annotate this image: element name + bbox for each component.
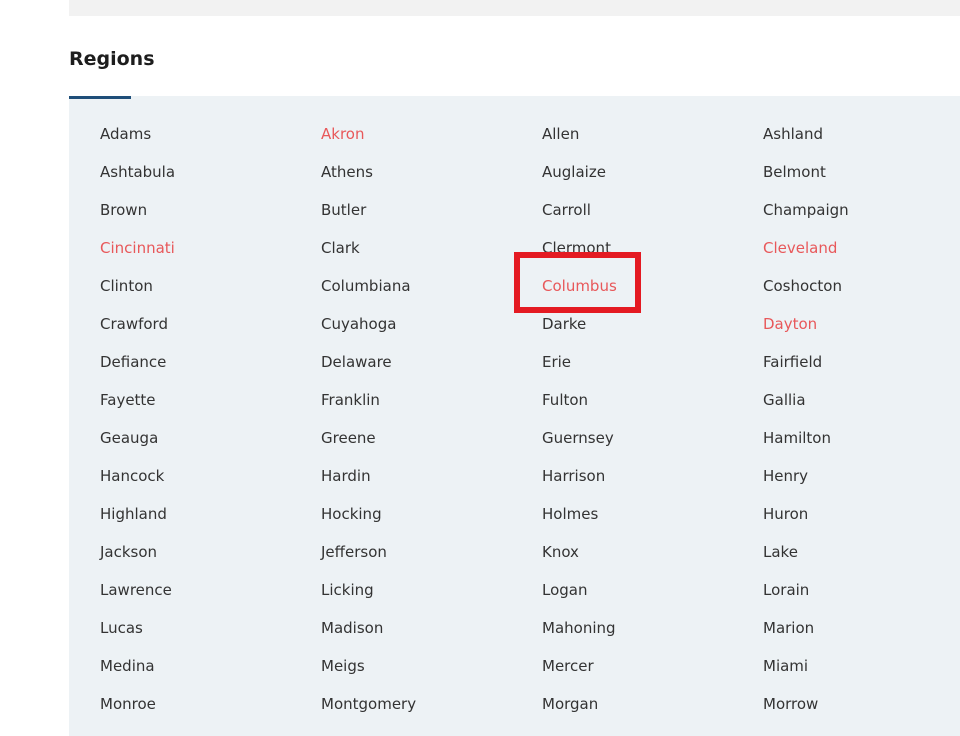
region-link-madison[interactable]: Madison xyxy=(321,609,542,647)
region-link-coshocton[interactable]: Coshocton xyxy=(763,267,960,305)
region-link-medina[interactable]: Medina xyxy=(100,647,321,685)
region-link-crawford[interactable]: Crawford xyxy=(100,305,321,343)
region-link-hamilton[interactable]: Hamilton xyxy=(763,419,960,457)
region-link-columbiana[interactable]: Columbiana xyxy=(321,267,542,305)
region-link-carroll[interactable]: Carroll xyxy=(542,191,763,229)
region-link-cleveland[interactable]: Cleveland xyxy=(763,229,960,267)
section-title: Regions xyxy=(69,48,155,70)
region-link-darke[interactable]: Darke xyxy=(542,305,763,343)
region-link-hocking[interactable]: Hocking xyxy=(321,495,542,533)
region-link-huron[interactable]: Huron xyxy=(763,495,960,533)
region-link-mercer[interactable]: Mercer xyxy=(542,647,763,685)
region-link-butler[interactable]: Butler xyxy=(321,191,542,229)
top-strip xyxy=(69,0,960,16)
region-link-highland[interactable]: Highland xyxy=(100,495,321,533)
section-title-underline xyxy=(69,96,131,99)
region-link-jackson[interactable]: Jackson xyxy=(100,533,321,571)
region-link-hancock[interactable]: Hancock xyxy=(100,457,321,495)
region-link-clark[interactable]: Clark xyxy=(321,229,542,267)
region-link-knox[interactable]: Knox xyxy=(542,533,763,571)
region-link-monroe[interactable]: Monroe xyxy=(100,685,321,723)
region-link-fairfield[interactable]: Fairfield xyxy=(763,343,960,381)
region-link-marion[interactable]: Marion xyxy=(763,609,960,647)
region-link-ashtabula[interactable]: Ashtabula xyxy=(100,153,321,191)
region-link-dayton[interactable]: Dayton xyxy=(763,305,960,343)
region-link-lake[interactable]: Lake xyxy=(763,533,960,571)
region-link-fulton[interactable]: Fulton xyxy=(542,381,763,419)
region-link-allen[interactable]: Allen xyxy=(542,115,763,153)
region-link-logan[interactable]: Logan xyxy=(542,571,763,609)
region-link-lucas[interactable]: Lucas xyxy=(100,609,321,647)
region-link-licking[interactable]: Licking xyxy=(321,571,542,609)
region-link-jefferson[interactable]: Jefferson xyxy=(321,533,542,571)
region-link-columbus[interactable]: Columbus xyxy=(542,267,763,305)
region-link-gallia[interactable]: Gallia xyxy=(763,381,960,419)
region-link-morrow[interactable]: Morrow xyxy=(763,685,960,723)
region-link-clermont[interactable]: Clermont xyxy=(542,229,763,267)
region-link-cincinnati[interactable]: Cincinnati xyxy=(100,229,321,267)
region-link-greene[interactable]: Greene xyxy=(321,419,542,457)
region-link-hardin[interactable]: Hardin xyxy=(321,457,542,495)
region-link-holmes[interactable]: Holmes xyxy=(542,495,763,533)
region-link-guernsey[interactable]: Guernsey xyxy=(542,419,763,457)
region-link-clinton[interactable]: Clinton xyxy=(100,267,321,305)
region-link-athens[interactable]: Athens xyxy=(321,153,542,191)
region-link-mahoning[interactable]: Mahoning xyxy=(542,609,763,647)
region-link-erie[interactable]: Erie xyxy=(542,343,763,381)
region-link-montgomery[interactable]: Montgomery xyxy=(321,685,542,723)
region-link-akron[interactable]: Akron xyxy=(321,115,542,153)
region-link-champaign[interactable]: Champaign xyxy=(763,191,960,229)
region-link-delaware[interactable]: Delaware xyxy=(321,343,542,381)
region-link-fayette[interactable]: Fayette xyxy=(100,381,321,419)
region-link-henry[interactable]: Henry xyxy=(763,457,960,495)
region-link-auglaize[interactable]: Auglaize xyxy=(542,153,763,191)
region-link-adams[interactable]: Adams xyxy=(100,115,321,153)
region-link-ashland[interactable]: Ashland xyxy=(763,115,960,153)
region-link-belmont[interactable]: Belmont xyxy=(763,153,960,191)
region-link-harrison[interactable]: Harrison xyxy=(542,457,763,495)
region-link-miami[interactable]: Miami xyxy=(763,647,960,685)
region-link-lorain[interactable]: Lorain xyxy=(763,571,960,609)
region-link-lawrence[interactable]: Lawrence xyxy=(100,571,321,609)
region-link-meigs[interactable]: Meigs xyxy=(321,647,542,685)
region-link-cuyahoga[interactable]: Cuyahoga xyxy=(321,305,542,343)
region-link-morgan[interactable]: Morgan xyxy=(542,685,763,723)
regions-list: Adams Akron Allen Ashland Ashtabula Athens Aug… xyxy=(100,115,960,723)
region-link-franklin[interactable]: Franklin xyxy=(321,381,542,419)
region-link-geauga[interactable]: Geauga xyxy=(100,419,321,457)
region-link-brown[interactable]: Brown xyxy=(100,191,321,229)
region-link-defiance[interactable]: Defiance xyxy=(100,343,321,381)
